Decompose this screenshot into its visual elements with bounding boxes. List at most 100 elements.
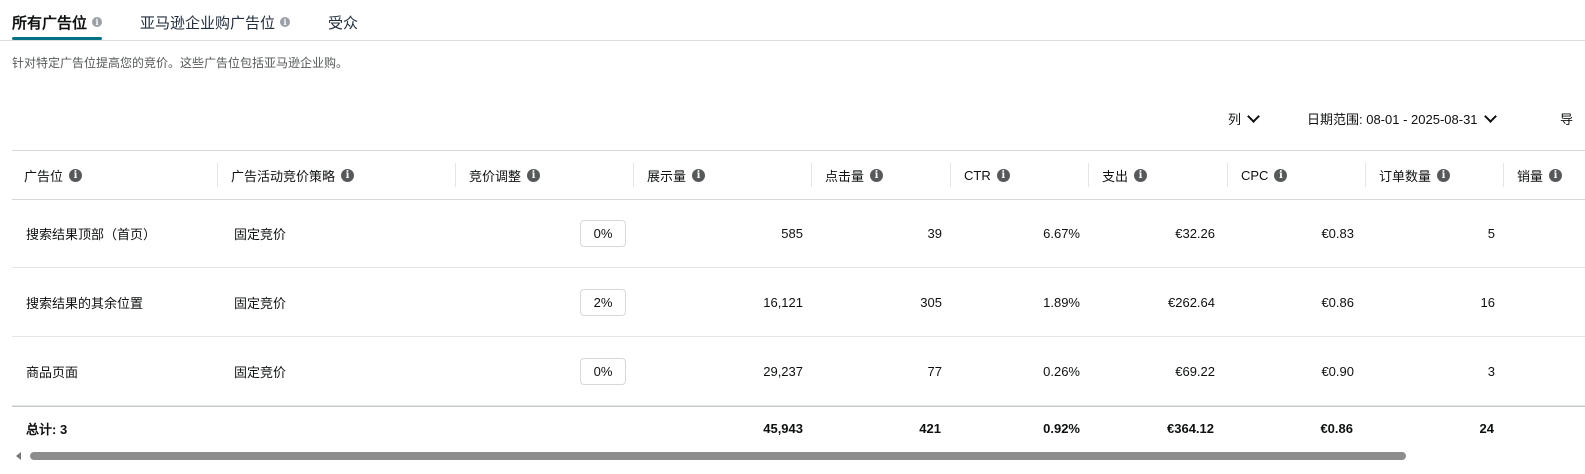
info-icon[interactable]: i (870, 168, 884, 182)
info-icon[interactable]: i (1134, 168, 1148, 182)
column-resize-handle[interactable] (811, 163, 812, 187)
cpc-value: €0.86 (1321, 294, 1354, 310)
header-label: 广告位 (24, 168, 64, 184)
column-resize-handle[interactable] (1503, 163, 1504, 187)
info-icon[interactable]: i (1549, 168, 1563, 182)
spend-value: €262.64 (1168, 294, 1215, 310)
scroll-left-icon[interactable] (16, 452, 21, 460)
column-resize-handle[interactable] (217, 163, 218, 187)
info-icon[interactable]: i (280, 17, 291, 27)
header-label: CTR (964, 167, 991, 183)
column-header-spend[interactable]: 支出 i (1102, 151, 1148, 199)
header-label: 订单数量 (1379, 168, 1432, 184)
spend-value: €69.22 (1175, 363, 1215, 379)
table-row: 搜索结果顶部（首页） 固定竞价 0% 585 39 6.67% €32.26 €… (12, 199, 1585, 268)
table-row: 商品页面 固定竞价 0% 29,237 77 0.26% €69.22 €0.9… (12, 337, 1585, 406)
column-resize-handle[interactable] (1365, 163, 1366, 187)
impressions-value: 29,237 (763, 363, 803, 379)
ctr-value: 6.67% (1043, 225, 1080, 241)
info-icon[interactable]: i (92, 17, 103, 27)
chevron-down-icon (1483, 109, 1497, 123)
column-resize-handle[interactable] (455, 163, 456, 187)
orders-value: 3 (1487, 363, 1495, 379)
info-icon[interactable]: i (692, 168, 706, 182)
info-icon[interactable]: i (1274, 168, 1288, 182)
total-impressions: 45,943 (763, 420, 803, 436)
header-label: 展示量 (647, 168, 687, 184)
total-orders: 24 (1479, 420, 1494, 436)
active-tab-indicator (12, 37, 103, 40)
total-ctr: 0.92% (1043, 420, 1080, 436)
ctr-value: 0.26% (1043, 363, 1080, 379)
info-icon[interactable]: i (1437, 168, 1451, 182)
column-header-sales[interactable]: 销量 i (1517, 151, 1563, 199)
info-icon[interactable]: i (527, 168, 541, 182)
column-header-orders[interactable]: 订单数量 i (1379, 151, 1451, 199)
totals-label: 总计: 3 (26, 421, 68, 437)
column-resize-handle[interactable] (1088, 163, 1089, 187)
tab-label: 受众 (328, 14, 359, 32)
column-header-bid-adjustment[interactable]: 竞价调整 i (469, 151, 541, 199)
table-totals-row: 总计: 3 45,943 421 0.92% €364.12 €0.86 24 (12, 406, 1585, 449)
table-row: 搜索结果的其余位置 固定竞价 2% 16,121 305 1.89% €262.… (12, 268, 1585, 337)
cpc-value: €0.90 (1321, 363, 1354, 379)
date-range-dropdown[interactable]: 日期范围: 08-01 - 2025-08-31 (1307, 108, 1497, 128)
columns-dropdown[interactable]: 列 (1228, 108, 1260, 128)
column-header-cpc[interactable]: CPC i (1241, 151, 1288, 199)
column-resize-handle[interactable] (633, 163, 634, 187)
bid-adjustment-input[interactable]: 0% (580, 358, 626, 385)
header-label: 广告活动竞价策略 (231, 168, 336, 184)
placement-name: 商品页面 (26, 364, 79, 380)
export-button[interactable]: 导 (1560, 108, 1573, 128)
placement-tabs: 所有广告位 i 亚马逊企业购广告位 i 受众 (0, 0, 1585, 41)
column-header-impressions[interactable]: 展示量 i (647, 151, 706, 199)
tab-audiences[interactable]: 受众 (328, 6, 358, 38)
column-header-placement[interactable]: 广告位 i (24, 151, 83, 199)
header-label: 点击量 (825, 168, 865, 184)
impressions-value: 585 (781, 225, 803, 241)
cpc-value: €0.83 (1321, 225, 1354, 241)
clicks-value: 39 (927, 225, 942, 241)
placement-name: 搜索结果顶部（首页） (26, 226, 157, 242)
orders-value: 16 (1480, 294, 1495, 310)
bid-adjustment-input[interactable]: 0% (580, 220, 626, 247)
ctr-value: 1.89% (1043, 294, 1080, 310)
orders-value: 5 (1487, 225, 1495, 241)
tab-amazon-business-placements[interactable]: 亚马逊企业购广告位 i (140, 6, 291, 38)
chevron-down-icon (1247, 109, 1260, 123)
bid-adjustment-input[interactable]: 2% (580, 289, 626, 316)
column-header-bid-strategy[interactable]: 广告活动竞价策略 i (231, 151, 355, 199)
info-icon[interactable]: i (341, 168, 355, 182)
header-label: 竞价调整 (469, 168, 522, 184)
tab-label: 亚马逊企业购广告位 (140, 14, 276, 32)
column-resize-handle[interactable] (950, 163, 951, 187)
total-clicks: 421 (919, 420, 941, 436)
spend-value: €32.26 (1175, 225, 1215, 241)
scrollbar-thumb[interactable] (30, 452, 1406, 460)
table-header-row: 广告位 i 广告活动竞价策略 i 竞价调整 i 展示量 i 点击量 i CTR i 支出 i … (12, 150, 1585, 200)
header-label: CPC (1241, 167, 1269, 183)
bid-strategy: 固定竞价 (234, 226, 287, 242)
header-label: 支出 (1102, 168, 1129, 184)
column-header-ctr[interactable]: CTR i (964, 151, 1010, 199)
placement-name: 搜索结果的其余位置 (26, 295, 144, 311)
info-icon[interactable]: i (69, 168, 83, 182)
placement-description: 针对特定广告位提高您的竞价。这些广告位包括亚马逊企业购。 (12, 56, 349, 70)
total-spend: €364.12 (1167, 420, 1214, 436)
clicks-value: 305 (920, 294, 942, 310)
clicks-value: 77 (927, 363, 942, 379)
header-label: 销量 (1517, 168, 1544, 184)
bid-strategy: 固定竞价 (234, 364, 287, 380)
tab-all-placements[interactable]: 所有广告位 i (12, 6, 103, 40)
export-label: 导 (1560, 111, 1574, 127)
impressions-value: 16,121 (763, 294, 803, 310)
bid-strategy: 固定竞价 (234, 295, 287, 311)
column-resize-handle[interactable] (1227, 163, 1228, 187)
columns-label: 列 (1228, 111, 1242, 127)
info-icon[interactable]: i (996, 168, 1010, 182)
horizontal-scrollbar[interactable] (14, 450, 1585, 462)
total-cpc: €0.86 (1320, 420, 1353, 436)
column-header-clicks[interactable]: 点击量 i (825, 151, 884, 199)
date-range-label: 日期范围: 08-01 - 2025-08-31 (1307, 111, 1478, 127)
tab-label: 所有广告位 (12, 14, 88, 32)
